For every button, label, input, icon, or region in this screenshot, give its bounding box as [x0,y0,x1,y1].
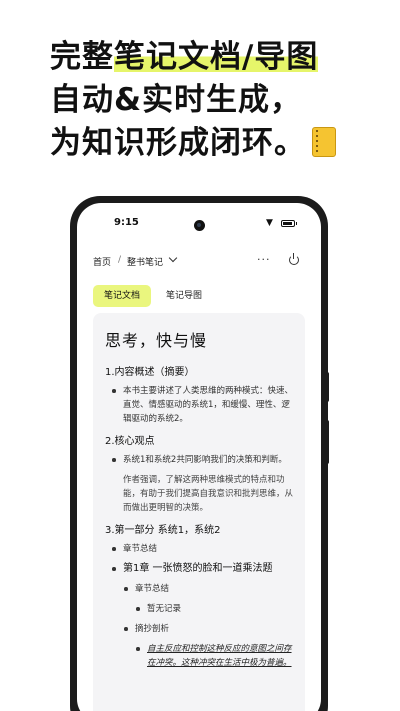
headline-text: 完整 [50,39,114,75]
breadcrumb-home[interactable]: 首页 [93,255,111,268]
tab-note-doc[interactable]: 笔记文档 [93,285,152,307]
promo-headline: 完整笔记文档/导图 自动&实时生成， 为知识形成闭环。 [50,36,380,165]
list-item: 系统1和系统2共同影响我们的决策和判断。 [105,453,293,467]
chevron-down-icon[interactable] [168,253,178,263]
list-item: 本书主要讲述了人类思维的两种模式：快速、直觉、情感驱动的系统1，和缓慢、理性、逻… [105,384,293,426]
doc-title: 思考，快与慢 [105,331,208,350]
paragraph: 作者强调，了解这两种思维模式的特点和功能，有助于我们提高自我意识和批判思维，从而… [123,475,294,513]
headline-highlight: 笔记文档/导图 [114,39,319,75]
view-tabs: 笔记文档 笔记导图 [93,283,217,307]
headline-line-3: 为知识形成闭环。 [50,122,380,165]
headline-text: 为知识形成闭环。 [50,125,306,161]
bullet-list: 系统1和系统2共同影响我们的决策和判断。 [105,453,293,467]
excerpt-text: 自主反应和控制这种反应的意图之间存在冲突。这种冲突在生活中极为普遍。 [147,644,292,668]
breadcrumb-separator: / [118,255,122,265]
status-bar: 9:15 ▼ [77,217,321,233]
volume-button [326,372,329,402]
wifi-icon: ▼ [266,218,273,228]
camera-icon [194,220,205,231]
power-side-button [326,420,329,464]
battery-icon [281,220,297,227]
section-heading: 3.第一部分 系统1，系统2 [105,525,221,536]
section-heading: 2.核心观点 [105,436,155,447]
bullet-list: 本书主要讲述了人类思维的两种模式：快速、直觉、情感驱动的系统1，和缓慢、理性、逻… [105,384,293,426]
list-item: 摘抄剖析 [105,622,293,636]
bullet-list: 章节总结 第1章 一张愤怒的脸和一道乘法题 章节总结 暂无记录 摘抄剖析 自主反… [105,542,293,670]
note-document: 思考，快与慢 1.内容概述（摘要） 本书主要讲述了人类思维的两种模式：快速、直觉… [93,313,305,711]
more-icon[interactable]: ··· [257,253,271,266]
power-icon[interactable] [289,253,299,265]
list-item: 章节总结 [105,582,293,596]
breadcrumb: 首页 / 整书笔记 ··· [77,253,321,271]
status-time: 9:15 [114,217,139,228]
headline-line-2: 自动&实时生成， [50,82,303,118]
tab-mind-map[interactable]: 笔记导图 [155,285,213,307]
list-item: 章节总结 [105,542,293,556]
notebook-icon [312,127,336,157]
list-item: 第1章 一张愤怒的脸和一道乘法题 [105,562,293,576]
list-item: 自主反应和控制这种反应的意图之间存在冲突。这种冲突在生活中极为普遍。 [105,642,293,670]
section-heading: 1.内容概述（摘要） [105,367,195,378]
breadcrumb-current[interactable]: 整书笔记 [127,255,163,268]
headline-line-1: 完整笔记文档/导图 [50,36,380,79]
list-item: 暂无记录 [105,602,293,616]
phone-screen: 9:15 ▼ 首页 / 整书笔记 ··· 笔记文档 笔记导图 思考，快与慢 1.内… [77,203,321,711]
